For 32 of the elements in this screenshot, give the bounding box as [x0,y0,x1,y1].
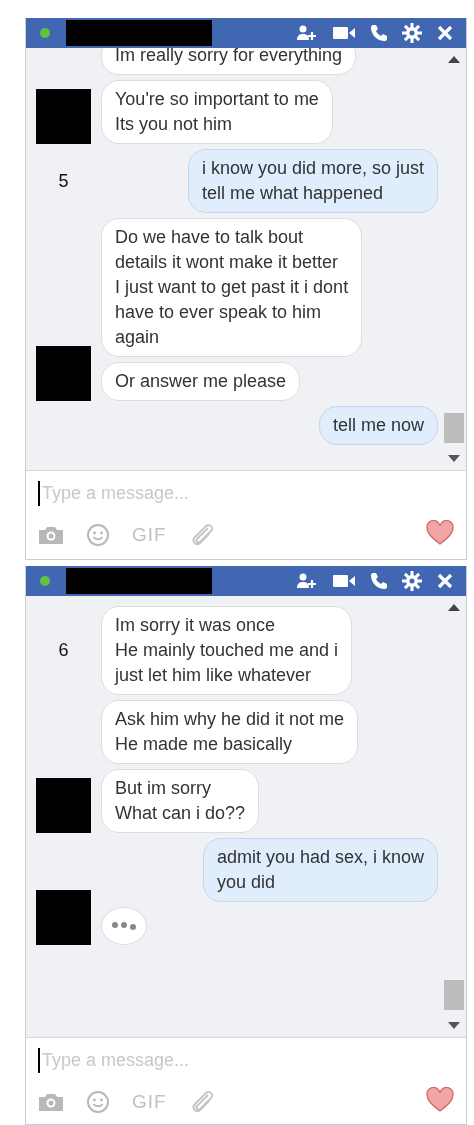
message-bubble: tell me now [318,406,438,445]
page-number: 5 [58,170,69,192]
gif-button[interactable]: GIF [132,524,167,546]
phone-icon[interactable] [370,572,388,590]
video-camera-icon[interactable] [332,25,356,41]
add-friend-icon[interactable] [296,24,318,42]
close-icon[interactable] [436,572,454,590]
scroll-down-icon[interactable] [448,1022,460,1029]
add-friend-icon[interactable] [296,572,318,590]
message-bubble: You're so important to me Its you not him [101,80,333,144]
scroll-down-icon[interactable] [448,455,460,462]
gif-button[interactable]: GIF [132,1091,167,1113]
scrollbar-thumb[interactable] [444,980,464,1010]
scrollbar-thumb[interactable] [444,413,464,443]
message-bubble: admit you had sex, i know you did [202,838,438,902]
settings-icon[interactable] [402,23,422,43]
scroll-up-icon[interactable] [448,604,460,611]
video-camera-icon[interactable] [332,573,356,589]
message-bubble: Or answer me please [101,362,301,401]
scroll-up-icon[interactable] [448,56,460,63]
phone-icon[interactable] [370,24,388,42]
settings-icon[interactable] [402,571,422,591]
heart-icon[interactable] [426,1087,454,1113]
page-number: 6 [58,640,69,661]
message-bubble: Im really sorry for everything [101,48,357,75]
message-bubble: Im sorry it was once He mainly touched me and i just let him like whatever [101,606,353,695]
close-icon[interactable] [436,24,454,42]
message-bubble: Do we have to talk bout details it wont make it better I just want to get past it i dont have to ever speak to him again [101,218,363,357]
heart-icon[interactable] [426,520,454,546]
message-bubble: But im sorry What can i do?? [101,769,260,833]
message-bubble: Ask him why he did it not me He made me basically [101,700,359,764]
message-bubble: i know you did more, so just tell me what happened [187,149,438,213]
